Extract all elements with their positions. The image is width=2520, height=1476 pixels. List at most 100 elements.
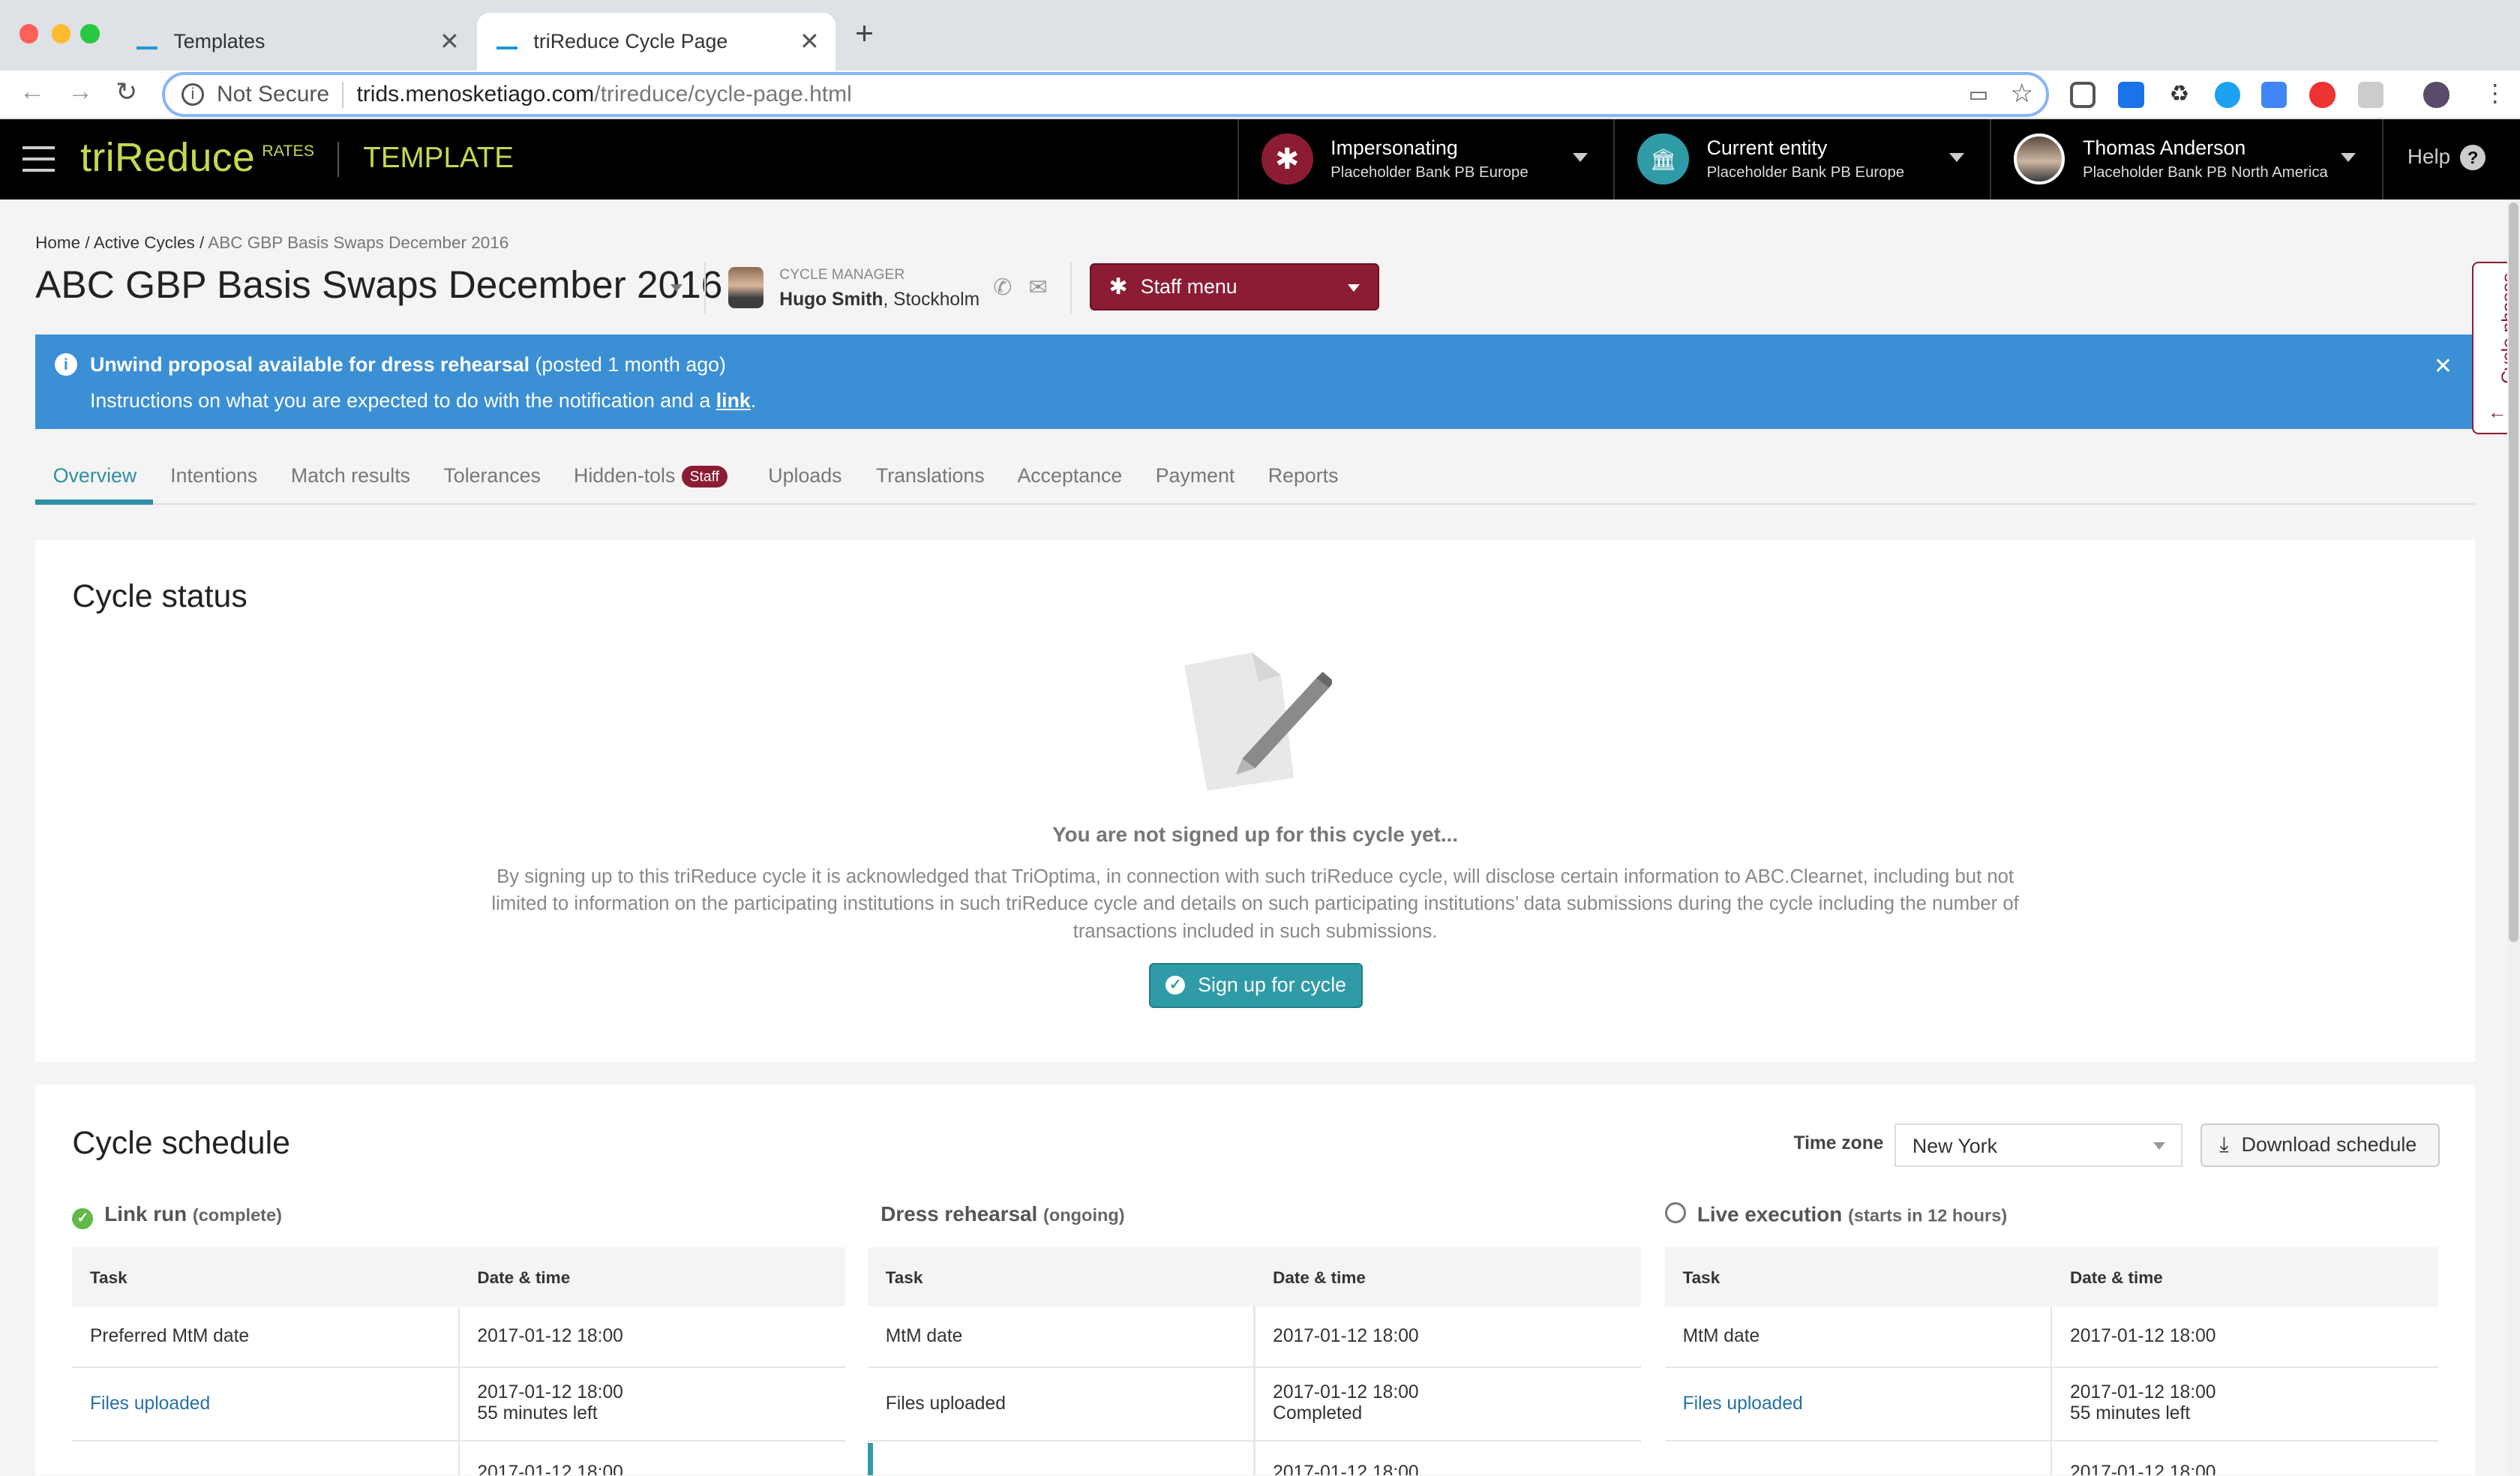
info-icon: i [54,353,77,376]
tab-intentions[interactable]: Intentions [170,464,257,488]
adblock-icon[interactable] [2309,82,2336,108]
divider [1070,262,1072,314]
divider [2050,1442,2053,1476]
table-row: 2017-01-12 18:00 [868,1442,1641,1476]
date-cell: 2017-01-12 18:00 55 minutes left [477,1382,622,1424]
sign-up-label: Sign up for cycle [1198,974,1347,997]
tab-match-results[interactable]: Match results [291,464,410,488]
notification-alert: i Unwind proposal available for dress re… [35,334,2476,430]
url-path: /trireduce/cycle-page.html [594,82,852,107]
breadcrumb-active-cycles[interactable]: Active Cycles [94,233,195,252]
breadcrumb-home[interactable]: Home [35,233,80,252]
task-cell[interactable]: Files uploaded [1683,1394,1803,1414]
divider [458,1442,460,1476]
impersonating-title: Impersonating [1330,136,1458,159]
app-logo[interactable]: triReduce [80,135,255,181]
bookmark-star-icon[interactable]: ☆ [2010,79,2033,109]
browser-menu-icon[interactable]: ⋮ [2483,79,2507,107]
tab-overview[interactable]: Overview [53,464,137,488]
browser-tab-label: Templates [173,30,266,53]
document-pencil-icon [1184,652,1333,791]
minimize-window-button[interactable] [51,24,71,44]
column-header-date: Date & time [2070,1268,2163,1287]
zoom-window-button[interactable] [80,24,100,44]
asterisk-icon: ✱ [1262,133,1313,185]
bank-icon: 🏛 [1637,133,1690,185]
tab-reports[interactable]: Reports [1268,464,1339,488]
task-cell: MtM date [1682,1325,1760,1346]
download-label: Download schedule [2241,1133,2417,1156]
page-scrollbar[interactable] [2506,199,2520,1476]
sign-up-button[interactable]: ✓ Sign up for cycle [1149,962,1364,1008]
extension-d-icon[interactable] [2118,82,2144,108]
address-bar[interactable]: i Not Secure trids.menosketiago.com/trir… [162,72,2050,118]
back-icon[interactable]: ← [20,77,45,106]
browser-tab-templates[interactable]: Templates ✕ [117,13,476,70]
forward-icon[interactable]: → [68,77,93,106]
reload-icon[interactable]: ↻ [116,77,137,107]
hamburger-menu-icon[interactable] [22,146,55,180]
logo-rates-label: RATES [262,141,315,160]
alert-text: Instructions on what you are expected to… [89,388,716,412]
close-tab-icon[interactable]: ✕ [440,27,460,56]
timezone-select[interactable]: New York [1894,1123,2183,1167]
extension-wave-icon[interactable] [2214,82,2241,108]
cast-icon[interactable]: ▭ [1969,82,1988,106]
tab-translations[interactable]: Translations [876,464,985,488]
chevron-down-icon [1573,152,1588,170]
tab-tolerances[interactable]: Tolerances [443,464,540,488]
avatar [2013,133,2066,185]
task-cell: Preferred MtM date [89,1325,250,1346]
table-row: Files uploaded 2017-01-12 18:00 Completed [868,1367,1641,1442]
close-tab-icon[interactable]: ✕ [800,27,820,56]
date-cell: 2017-01-12 18:00 [477,1326,622,1347]
check-circle-icon: ✓ [72,1208,94,1229]
staff-menu-button[interactable]: ✱ Staff menu [1089,263,1379,310]
cycle-status-title: Cycle status [72,578,248,615]
tab-uploads[interactable]: Uploads [768,464,842,488]
cycle-switch-chevron-icon[interactable] [670,284,682,298]
current-entity-dropdown[interactable]: 🏛 Current entity Placeholder Bank PB Euro… [1613,118,1989,200]
close-icon[interactable]: ✕ [2434,353,2452,380]
column-header-task: Task [1682,1268,1720,1287]
task-cell: Files uploaded [885,1393,1006,1414]
date-note: 55 minutes left [477,1402,598,1424]
tab-hidden-tols[interactable]: Hidden-tols Staff [574,464,728,488]
user-dropdown[interactable]: Thomas Anderson Placeholder Bank PB North… [1989,118,2382,200]
url-host: trids.menosketiago.com [356,82,595,107]
close-window-button[interactable] [19,24,39,44]
screen: Templates ✕ triReduce Cycle Page ✕ + ← →… [0,0,2520,1476]
pocket-icon[interactable] [2070,82,2096,108]
new-tab-icon[interactable]: + [855,16,874,52]
impersonating-dropdown[interactable]: ✱ Impersonating Placeholder Bank PB Europ… [1238,118,1613,200]
alert-dot: . [750,388,757,412]
help-button[interactable]: Help? [2381,118,2520,200]
chevron-down-icon [1948,152,1964,170]
browser-tab-cycle-page[interactable]: triReduce Cycle Page ✕ [477,13,836,71]
info-icon[interactable]: i [181,83,204,106]
breadcrumb: Home / Active Cycles / ABC GBP Basis Swa… [35,232,509,252]
phone-icon[interactable]: ✆ [993,274,1012,301]
tab-acceptance[interactable]: Acceptance [1017,464,1122,488]
alert-line-1: Unwind proposal available for dress rehe… [90,353,726,376]
chevron-down-icon [2341,152,2356,170]
scrollbar-thumb[interactable] [2509,202,2518,942]
recycle-icon[interactable]: ♻ [2167,82,2192,107]
date-cell: 2017-01-12 18:00 [2070,1462,2216,1475]
date-note: 55 minutes left [2070,1402,2191,1424]
date-value: 2017-01-12 18:00 [2070,1382,2216,1402]
template-label: TEMPLATE [363,141,514,174]
tab-payment[interactable]: Payment [1156,464,1235,488]
download-schedule-button[interactable]: ⤓ Download schedule [2200,1123,2440,1167]
browser-toolbar: ← → ↻ i Not Secure trids.menosketiago.co… [0,70,2520,119]
timezone-value: New York [1912,1134,1997,1157]
favicon-icon [136,44,158,50]
translate-icon[interactable] [2261,82,2288,108]
alert-link[interactable]: link [716,389,751,412]
user-sub: Placeholder Bank PB North America [2083,164,2328,182]
extension-grey-icon[interactable] [2357,82,2384,108]
profile-avatar[interactable] [2423,82,2450,108]
date-cell: 2017-01-12 18:00 55 minutes left [2070,1382,2216,1424]
email-icon[interactable]: ✉ [1028,274,1047,301]
task-cell[interactable]: Files uploaded [90,1394,210,1414]
